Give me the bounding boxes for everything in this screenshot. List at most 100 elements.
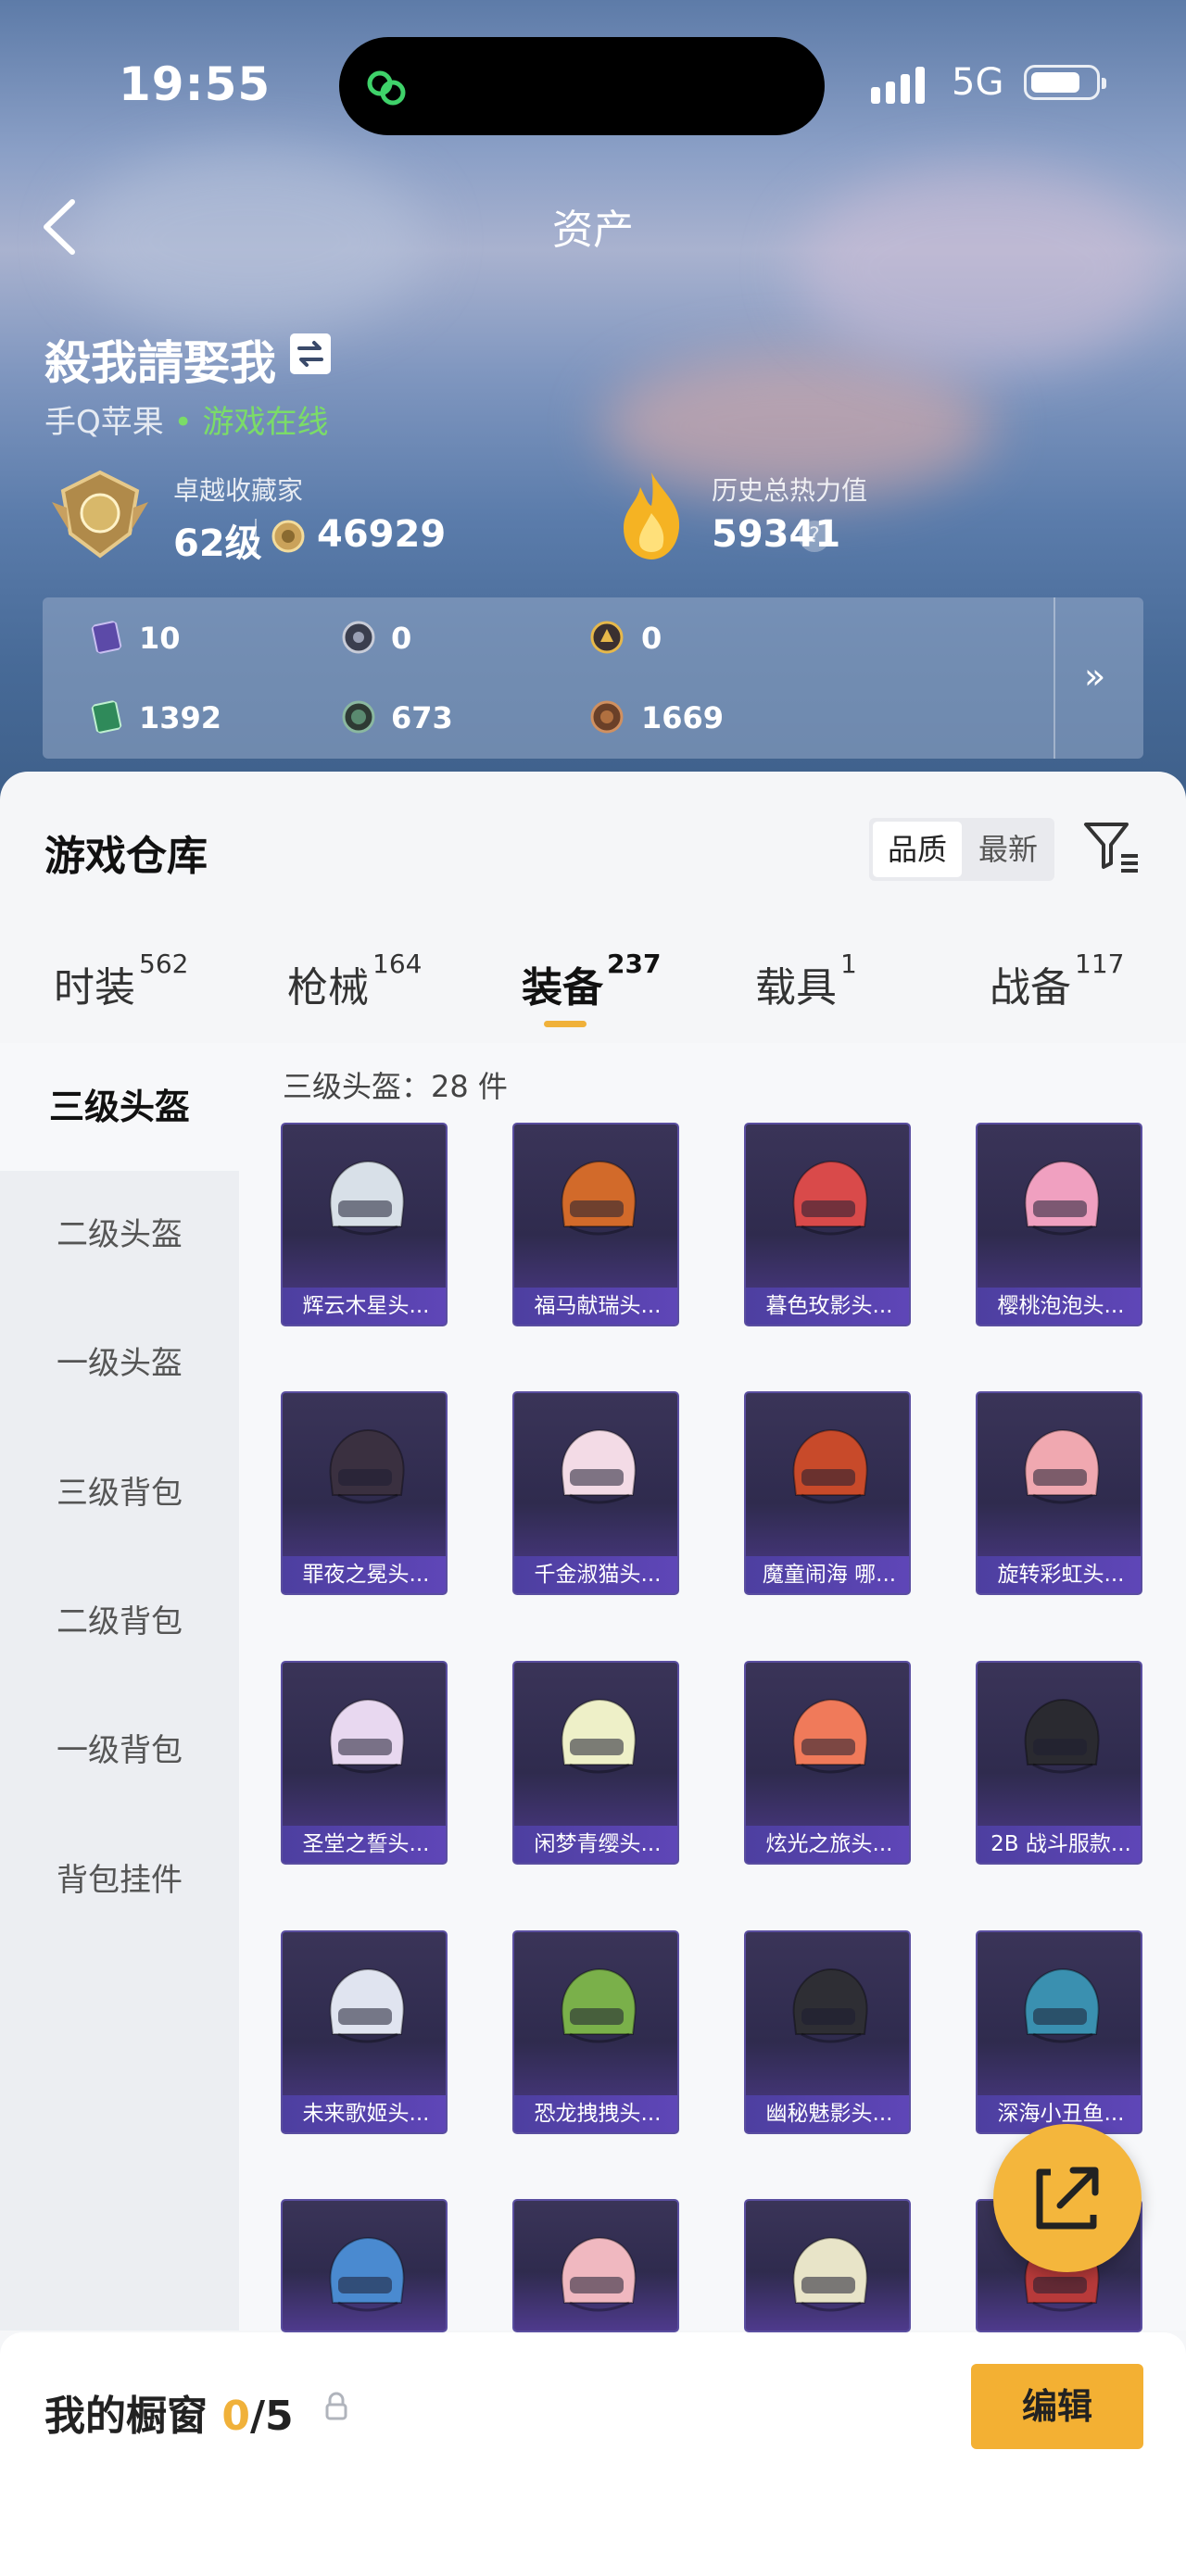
resource-value: 673: [391, 700, 453, 735]
helmet-item-card[interactable]: 炫光之旅头...: [744, 1661, 911, 1865]
item-name: 幽秘魅影头...: [746, 2095, 909, 2132]
helmet-icon: [329, 1967, 405, 2043]
helmet-item-card[interactable]: 2B 战斗服款...: [976, 1661, 1142, 1865]
dynamic-island: [339, 37, 825, 135]
helmet-item-card[interactable]: 樱桃泡泡头...: [976, 1123, 1142, 1326]
tab-label: 枪械: [287, 964, 369, 1012]
resource-value: 0: [391, 621, 412, 656]
helmet-item-card[interactable]: 闲梦青缨头...: [512, 1661, 679, 1865]
helmet-icon: [561, 1967, 637, 2043]
link-icon: [367, 70, 406, 106]
collector-label: 卓越收藏家: [173, 475, 304, 506]
category-level2-backpack[interactable]: 二级背包: [0, 1558, 239, 1686]
resource-value: 10: [139, 621, 181, 656]
helmet-item-card[interactable]: [744, 2199, 911, 2332]
tab-vehicles[interactable]: 载具1: [755, 949, 857, 1013]
purple-card-icon: [91, 621, 122, 654]
helmet-icon: [792, 1160, 868, 1236]
resource-value: 1392: [139, 700, 222, 735]
category-backpack-charm[interactable]: 背包挂件: [0, 1816, 239, 1944]
username: 殺我請娶我: [44, 336, 276, 390]
helmet-item-card[interactable]: 罪夜之冕头...: [281, 1391, 448, 1595]
tab-guns[interactable]: 枪械164: [287, 949, 422, 1013]
helmet-icon: [1024, 1428, 1100, 1504]
helmet-icon: [792, 1698, 868, 1774]
category-level1-helmet[interactable]: 一级头盔: [0, 1300, 239, 1427]
helmet-item-card[interactable]: 恐龙拽拽头...: [512, 1930, 679, 2134]
sort-newest-button[interactable]: 最新: [965, 822, 1051, 877]
helmet-icon: [1024, 1160, 1100, 1236]
tab-fashion[interactable]: 时装562: [54, 949, 188, 1013]
item-name: 辉云木星头...: [283, 1288, 446, 1325]
expand-resources-icon[interactable]: »: [1084, 656, 1105, 697]
helmet-icon: [792, 2236, 868, 2312]
helmet-item-card[interactable]: 未来歌姬头...: [281, 1930, 448, 2134]
filter-icon[interactable]: [1080, 815, 1142, 876]
resource-value: 1669: [641, 700, 725, 735]
item-name: 炫光之旅头...: [746, 1826, 909, 1863]
active-tab-indicator: [544, 1021, 587, 1027]
item-name: 福马献瑞头...: [514, 1288, 677, 1325]
collector-points: 46929: [317, 513, 447, 556]
helmet-item-card[interactable]: 魔童闹海 哪...: [744, 1391, 911, 1595]
category-level1-backpack[interactable]: 一级背包: [0, 1687, 239, 1815]
helmet-icon: [792, 1967, 868, 2043]
sort-toggle: 品质 最新: [869, 818, 1054, 881]
item-name: 未来歌姬头...: [283, 2095, 446, 2132]
item-name: 圣堂之誓头...: [283, 1826, 446, 1863]
network-type: 5G: [952, 61, 1004, 104]
warehouse-title: 游戏仓库: [44, 833, 208, 880]
helmet-icon: [1024, 1967, 1100, 2043]
showcase-current: 0: [221, 2393, 250, 2440]
category-level2-helmet[interactable]: 二级头盔: [0, 1171, 239, 1299]
share-button[interactable]: [993, 2124, 1142, 2272]
tab-label: 载具: [755, 964, 837, 1012]
page-title: 资产: [552, 207, 634, 254]
helmet-item-card[interactable]: 辉云木星头...: [281, 1123, 448, 1326]
helmet-icon: [1024, 1698, 1100, 1774]
tab-supplies[interactable]: 战备117: [990, 949, 1124, 1013]
category-sidebar: 三级头盔 二级头盔 一级头盔 三级背包 二级背包 一级背包 背包挂件: [0, 1043, 239, 2331]
helmet-item-card[interactable]: 福马献瑞头...: [512, 1123, 679, 1326]
item-name: 暮色玫影头...: [746, 1288, 909, 1325]
tab-count: 164: [372, 949, 423, 979]
category-level3-helmet[interactable]: 三级头盔: [0, 1043, 239, 1171]
switch-account-icon[interactable]: [290, 333, 331, 374]
showcase-label: 我的橱窗: [44, 2393, 208, 2440]
helmet-item-card[interactable]: 幽秘魅影头...: [744, 1930, 911, 2134]
helmet-item-card[interactable]: 千金淑猫头...: [512, 1391, 679, 1595]
heat-label: 历史总热力值: [712, 475, 868, 506]
platform-label: 手Q苹果: [44, 404, 164, 441]
green-card-icon: [91, 700, 122, 734]
flame-icon: [624, 472, 680, 559]
helmet-icon: [561, 1698, 637, 1774]
tab-count: 562: [139, 949, 189, 979]
item-name: 樱桃泡泡头...: [978, 1288, 1141, 1325]
helmet-icon: [329, 1428, 405, 1504]
helmet-item-card[interactable]: [281, 2199, 448, 2332]
battery-icon: [1024, 65, 1106, 100]
item-name: 千金淑猫头...: [514, 1556, 677, 1593]
edit-button[interactable]: 编辑: [971, 2364, 1143, 2449]
category-level3-backpack[interactable]: 三级背包: [0, 1429, 239, 1557]
helmet-icon: [561, 1160, 637, 1236]
helmet-item-card[interactable]: 旋转彩虹头...: [976, 1391, 1142, 1595]
item-name: 魔童闹海 哪...: [746, 1556, 909, 1593]
item-name: 2B 战斗服款...: [978, 1826, 1141, 1863]
helmet-item-card[interactable]: 深海小丑鱼...: [976, 1930, 1142, 2134]
help-icon[interactable]: ?: [799, 521, 830, 552]
online-status: • 游戏在线: [173, 404, 329, 441]
divider: [1054, 597, 1055, 759]
tab-label: 战备: [990, 964, 1071, 1012]
helmet-item-card[interactable]: [512, 2199, 679, 2332]
tab-count: 117: [1075, 949, 1125, 979]
sort-quality-button[interactable]: 品质: [873, 822, 962, 877]
platform-status: 手Q苹果 • 游戏在线: [44, 396, 328, 442]
helmet-item-card[interactable]: 圣堂之誓头...: [281, 1661, 448, 1865]
item-name: 罪夜之冕头...: [283, 1556, 446, 1593]
helmet-item-card[interactable]: 暮色玫影头...: [744, 1123, 911, 1326]
tab-equipment[interactable]: 装备237: [522, 949, 661, 1013]
share-icon: [1036, 2167, 1099, 2230]
helmet-icon: [561, 1428, 637, 1504]
status-bar: 19:55 5G: [0, 37, 1186, 135]
